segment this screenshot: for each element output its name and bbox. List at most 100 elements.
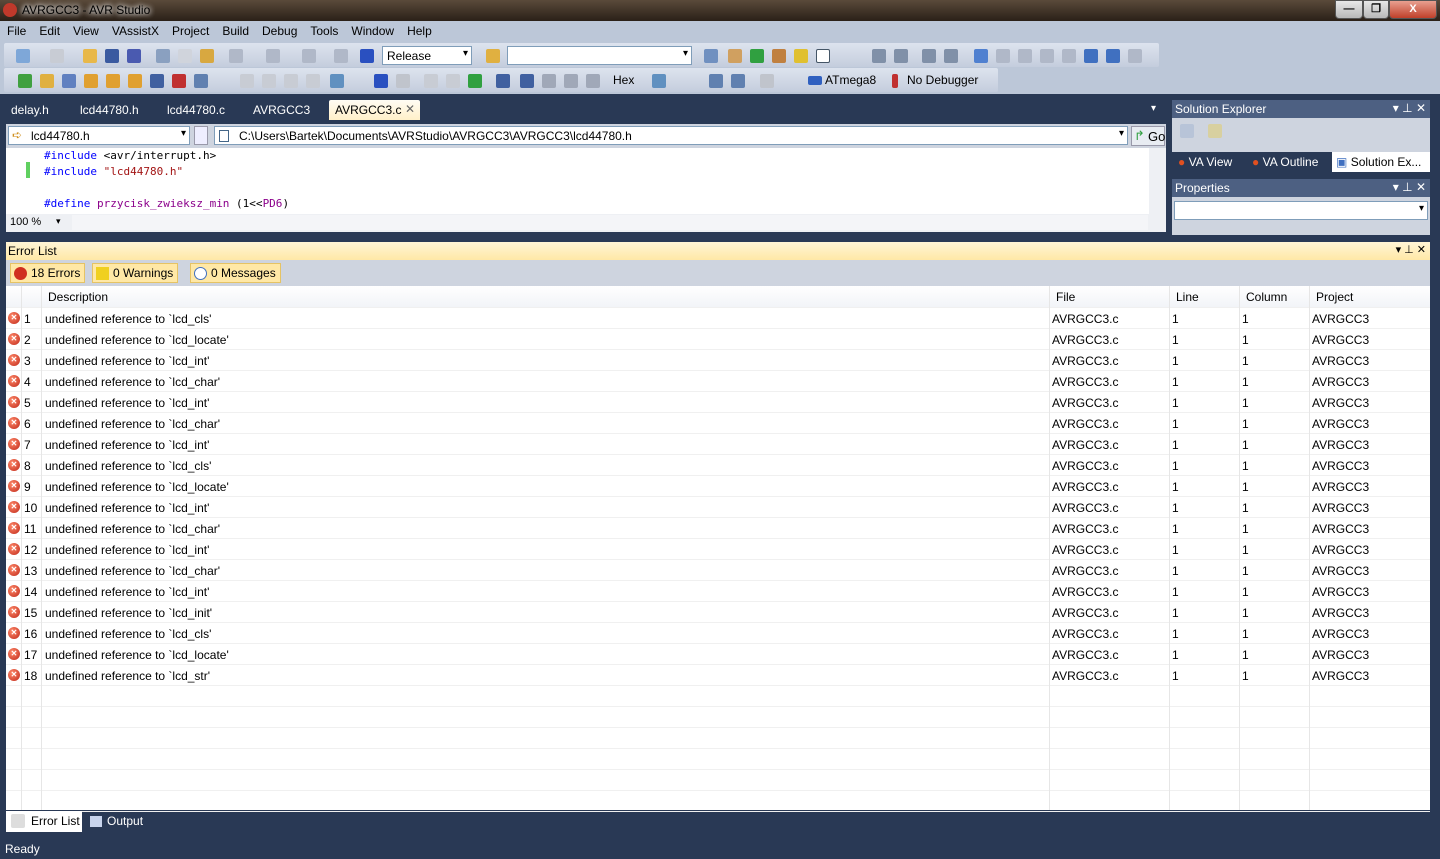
next-bookmark-folder-icon[interactable]	[1062, 49, 1076, 63]
panel-controls-icon[interactable]: ▾ ⊥ ✕	[1393, 101, 1426, 115]
tab-error-list[interactable]: Error List	[6, 811, 82, 832]
table-row[interactable]: ✕ 2 undefined reference to `lcd_locate' AVR…	[6, 329, 1430, 350]
outdent-icon[interactable]	[894, 49, 908, 63]
build-solution-icon[interactable]	[18, 74, 32, 88]
menu-vassistx[interactable]: VAssistX	[105, 21, 165, 38]
go-button[interactable]: Go ↱	[1131, 126, 1165, 146]
navigate-back-icon[interactable]	[302, 49, 316, 63]
redo-icon[interactable]	[266, 49, 280, 63]
menu-edit[interactable]: Edit	[32, 21, 66, 38]
vertical-scrollbar[interactable]	[1149, 148, 1166, 214]
goto-related-icon[interactable]	[128, 74, 142, 88]
panel-controls-icon[interactable]: ▾ ⊥ ✕	[1396, 243, 1426, 256]
spin-icon[interactable]	[194, 126, 208, 145]
menu-window[interactable]: Window	[344, 21, 400, 38]
add-item-icon[interactable]	[50, 49, 64, 63]
menu-help[interactable]: Help	[400, 21, 438, 38]
device-programming-icon[interactable]	[62, 74, 76, 88]
table-row[interactable]: ✕ 1 undefined reference to `lcd_cls' AVRGCC…	[6, 308, 1430, 329]
object-browser-icon[interactable]	[750, 49, 764, 63]
zoom-dropdown-icon[interactable]: ▾	[56, 216, 61, 227]
properties-page-icon[interactable]	[1208, 124, 1222, 138]
step-over-icon[interactable]	[520, 74, 534, 88]
watch-icon[interactable]	[240, 74, 254, 88]
uncomment-icon[interactable]	[944, 49, 958, 63]
tab-va-view[interactable]: ● VA View	[1178, 155, 1232, 169]
platform-select[interactable]	[507, 46, 692, 65]
new-project-icon[interactable]	[16, 49, 30, 63]
start-debugging-icon[interactable]	[374, 74, 388, 88]
table-row[interactable]: ✕ 15 undefined reference to `lcd_init' AVRG…	[6, 602, 1430, 623]
minimize-button[interactable]: —	[1335, 0, 1363, 19]
table-row[interactable]: ✕ 3 undefined reference to `lcd_int' AVRGCC…	[6, 350, 1430, 371]
column-line[interactable]: Line	[1169, 286, 1239, 307]
next-bookmark-icon[interactable]	[1018, 49, 1032, 63]
tab-avrgcc3-c[interactable]: AVRGCC3.c ✕	[329, 100, 420, 120]
zoom-level[interactable]: 100 %	[10, 216, 41, 228]
table-row[interactable]: ✕ 6 undefined reference to `lcd_char' AVRGC…	[6, 413, 1430, 434]
undo-icon[interactable]	[229, 49, 243, 63]
horizontal-scrollbar[interactable]	[72, 215, 1148, 230]
column-description[interactable]: Description	[42, 286, 1049, 307]
properties-object-select[interactable]	[1174, 201, 1428, 220]
prev-bookmark-icon[interactable]	[996, 49, 1010, 63]
tab-solution-explorer[interactable]: ▣ Solution Ex...	[1332, 152, 1430, 172]
step-icon[interactable]	[424, 74, 438, 88]
indent-icon[interactable]	[872, 49, 886, 63]
properties-icon[interactable]	[728, 49, 742, 63]
save-icon[interactable]	[105, 49, 119, 63]
paste-icon[interactable]	[200, 49, 214, 63]
menu-build[interactable]: Build	[215, 21, 255, 38]
tab-va-outline[interactable]: ● VA Outline	[1252, 155, 1318, 169]
path-field[interactable]: C:\Users\Bartek\Documents\AVRStudio\AVRG…	[214, 126, 1128, 145]
table-row[interactable]: ✕ 10 undefined reference to `lcd_int' AVRGC…	[6, 497, 1430, 518]
tool-icon[interactable]	[731, 74, 745, 88]
refactor-icon[interactable]	[150, 74, 164, 88]
step-out-icon[interactable]	[542, 74, 556, 88]
device-label[interactable]: ATmega8	[825, 73, 876, 87]
device-icon[interactable]	[709, 74, 723, 88]
close-tab-icon[interactable]: ✕	[405, 102, 415, 116]
command-window-icon[interactable]	[816, 49, 830, 63]
hex-button[interactable]: Hex	[613, 73, 634, 87]
table-row[interactable]: ✕ 13 undefined reference to `lcd_char' AVRG…	[6, 560, 1430, 581]
pause-icon[interactable]	[446, 74, 460, 88]
show-next-statement-icon[interactable]	[652, 74, 666, 88]
toolbox-icon[interactable]	[772, 49, 786, 63]
next-bookmark-doc-icon[interactable]	[1106, 49, 1120, 63]
prev-bookmark-doc-icon[interactable]	[1084, 49, 1098, 63]
clear-bookmarks-icon[interactable]	[1128, 49, 1142, 63]
close-button[interactable]: X	[1389, 0, 1437, 19]
configuration-select[interactable]: Release	[382, 46, 472, 65]
menu-view[interactable]: View	[66, 21, 105, 38]
table-row[interactable]: ✕ 8 undefined reference to `lcd_cls' AVRGCC…	[6, 455, 1430, 476]
table-row[interactable]: ✕ 11 undefined reference to `lcd_char' AVRG…	[6, 518, 1430, 539]
table-row[interactable]: ✕ 9 undefined reference to `lcd_locate' AVR…	[6, 476, 1430, 497]
navigate-forward-icon[interactable]	[334, 49, 348, 63]
continue-icon[interactable]	[468, 74, 482, 88]
stop-debugging-icon[interactable]	[396, 74, 410, 88]
memory-icon[interactable]	[262, 74, 276, 88]
column-column[interactable]: Column	[1239, 286, 1309, 307]
io-view-icon[interactable]	[306, 74, 320, 88]
tab-avrgcc3[interactable]: AVRGCC3	[253, 100, 310, 120]
tab-delay-h[interactable]: delay.h	[11, 100, 49, 120]
goto-icon[interactable]	[106, 74, 120, 88]
debugger-label[interactable]: No Debugger	[907, 73, 978, 87]
registers-icon[interactable]	[284, 74, 298, 88]
extension-icon[interactable]	[794, 49, 808, 63]
column-file[interactable]: File	[1049, 286, 1169, 307]
tab-output[interactable]: Output	[88, 811, 158, 832]
restore-button[interactable]: ❐	[1363, 0, 1389, 19]
comment-icon[interactable]	[922, 49, 936, 63]
build-icon[interactable]	[360, 49, 374, 63]
table-row[interactable]: ✕ 14 undefined reference to `lcd_int' AVRGC…	[6, 581, 1430, 602]
find-in-files-icon[interactable]	[486, 49, 500, 63]
table-row[interactable]: ✕ 7 undefined reference to `lcd_int' AVRGCC…	[6, 434, 1430, 455]
open-folder-icon[interactable]	[40, 74, 54, 88]
table-row[interactable]: ✕ 17 undefined reference to `lcd_locate' AV…	[6, 644, 1430, 665]
column-project[interactable]: Project	[1309, 286, 1430, 307]
show-all-files-icon[interactable]	[1180, 124, 1194, 138]
tab-lcd44780-h[interactable]: lcd44780.h	[80, 100, 139, 120]
tab-overflow-icon[interactable]: ▾	[1151, 103, 1156, 114]
